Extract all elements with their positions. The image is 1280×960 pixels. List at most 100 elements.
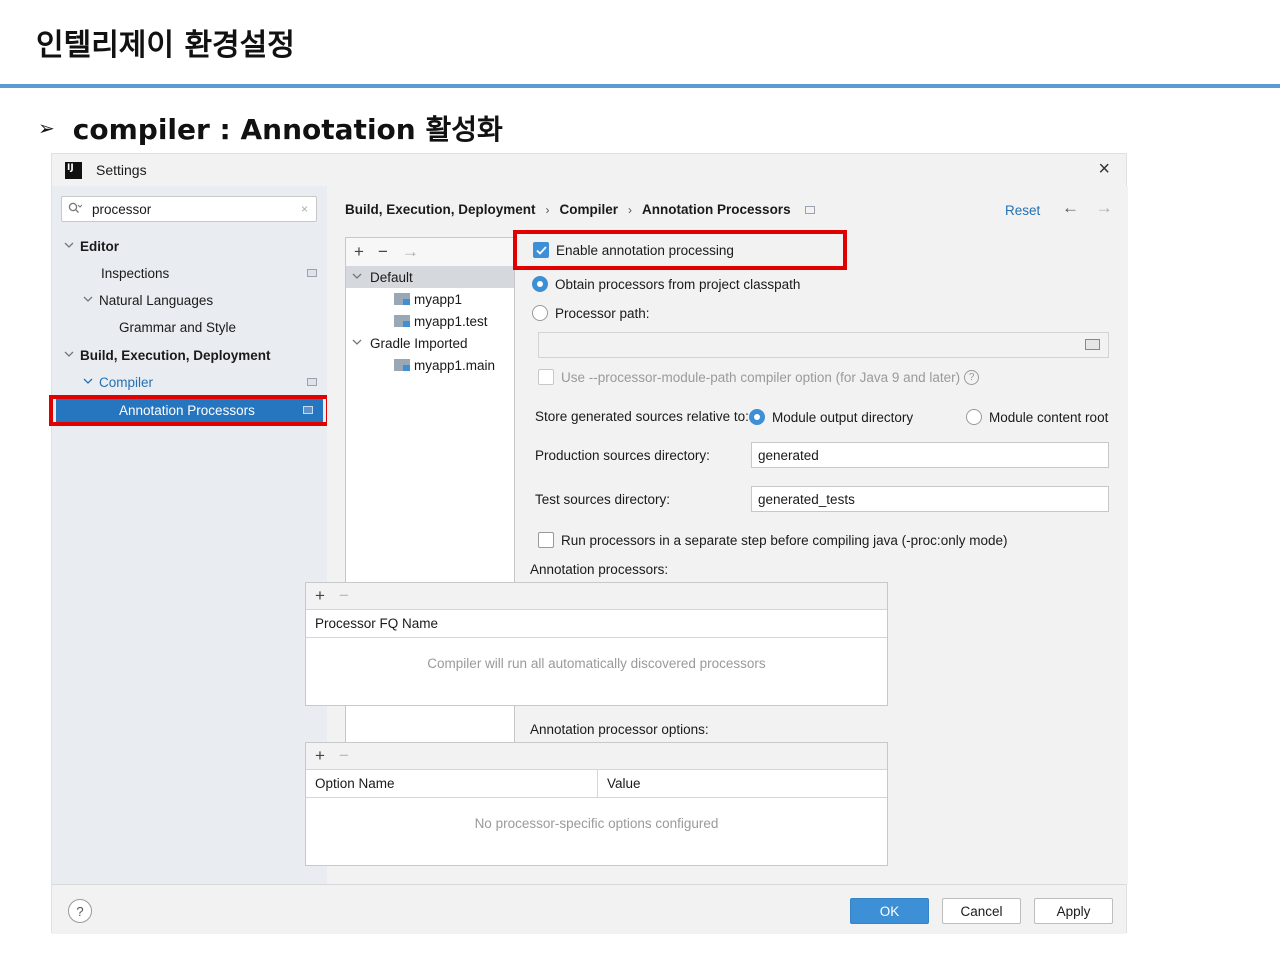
obtain-classpath-label: Obtain processors from project classpath: [555, 276, 801, 292]
help-button[interactable]: ?: [68, 899, 92, 923]
forward-arrow-icon[interactable]: →: [1096, 198, 1113, 217]
store-relative-text: Store generated sources relative to:: [535, 409, 749, 424]
chevron-down-icon[interactable]: [64, 241, 80, 252]
module-label: myapp1.main: [414, 357, 496, 373]
sidebar-item-editor[interactable]: Editor: [64, 233, 327, 259]
add-option-button[interactable]: +: [315, 746, 325, 766]
radio-unselected-icon[interactable]: [532, 305, 548, 321]
reset-link[interactable]: Reset: [1005, 203, 1040, 218]
sidebar-item-label: Compiler: [99, 374, 154, 390]
checkbox-unchecked-icon[interactable]: [538, 532, 554, 548]
sidebar-item-grammar-and-style[interactable]: Grammar and Style: [119, 314, 327, 340]
history-nav: ← →: [1062, 198, 1125, 218]
module-folder-icon: [394, 293, 410, 305]
chevron-down-icon[interactable]: [83, 377, 99, 388]
processors-table-header: Processor FQ Name: [306, 610, 887, 638]
profile-default[interactable]: Default: [346, 266, 514, 288]
profile-label: Default: [370, 269, 413, 285]
module-myapp1[interactable]: myapp1: [394, 288, 462, 310]
apply-button[interactable]: Apply: [1034, 898, 1113, 924]
sidebar-item-label: Grammar and Style: [119, 319, 237, 335]
radio-selected-icon[interactable]: [532, 276, 548, 292]
sidebar-item-inspections[interactable]: Inspections: [52, 260, 327, 286]
profiles-toolbar: + − →: [346, 238, 514, 266]
production-dir-text: Production sources directory:: [535, 448, 710, 463]
module-output-radio[interactable]: Module output directory: [749, 409, 913, 425]
chevron-down-icon[interactable]: [83, 295, 99, 306]
module-path-label: Use --processor-module-path compiler opt…: [561, 369, 961, 385]
intellij-logo-icon: IJ: [65, 161, 82, 179]
profile-gradle-imported[interactable]: Gradle Imported: [352, 332, 468, 354]
remove-processor-button[interactable]: −: [339, 586, 349, 606]
clear-search-icon[interactable]: ×: [301, 202, 308, 216]
sidebar-item-label: Natural Languages: [99, 292, 214, 308]
remove-option-button[interactable]: −: [339, 746, 349, 766]
chevron-down-icon[interactable]: [64, 350, 80, 361]
slide-bullet: ➢ compiler : Annotation 활성화: [38, 108, 503, 148]
radio-selected-icon[interactable]: [749, 409, 765, 425]
sidebar-item-natural-languages[interactable]: Natural Languages: [83, 287, 327, 313]
options-toolbar: + −: [306, 743, 887, 770]
checkbox-unchecked-icon[interactable]: [538, 369, 554, 385]
highlight-annotation-processors: [49, 395, 330, 426]
module-myapp1-test[interactable]: myapp1.test: [394, 310, 488, 332]
obtain-classpath-radio[interactable]: Obtain processors from project classpath: [532, 276, 800, 292]
module-folder-icon: [394, 315, 410, 327]
add-profile-button[interactable]: +: [354, 242, 364, 262]
module-output-label: Module output directory: [772, 409, 914, 425]
module-content-label: Module content root: [989, 409, 1109, 425]
bullet-text: compiler : Annotation 활성화: [72, 113, 503, 146]
close-icon[interactable]: ×: [1098, 158, 1110, 181]
module-myapp1-main[interactable]: myapp1.main: [394, 354, 495, 376]
test-dir-value: generated_tests: [758, 491, 855, 507]
cancel-button[interactable]: Cancel: [942, 898, 1021, 924]
test-dir-text: Test sources directory:: [535, 492, 671, 507]
remove-profile-button[interactable]: −: [378, 242, 388, 262]
module-content-radio[interactable]: Module content root: [966, 409, 1108, 425]
add-processor-button[interactable]: +: [315, 586, 325, 606]
module-folder-icon: [394, 359, 410, 371]
browse-folder-icon[interactable]: [1085, 339, 1100, 350]
breadcrumb-build[interactable]: Build, Execution, Deployment: [345, 202, 536, 217]
module-path-checkbox[interactable]: Use --processor-module-path compiler opt…: [538, 369, 980, 385]
sidebar-item-label: Editor: [80, 238, 119, 254]
run-separate-checkbox[interactable]: Run processors in a separate step before…: [538, 532, 1007, 548]
production-dir-field[interactable]: generated: [751, 442, 1109, 468]
breadcrumb-compiler[interactable]: Compiler: [560, 202, 619, 217]
move-module-button[interactable]: →: [402, 242, 419, 262]
back-arrow-icon[interactable]: ←: [1062, 198, 1079, 217]
processors-empty-text: Compiler will run all automatically disc…: [427, 656, 766, 671]
project-scope-icon: [307, 269, 317, 277]
test-dir-field[interactable]: generated_tests: [751, 486, 1109, 512]
processor-path-radio[interactable]: Processor path:: [532, 305, 650, 321]
column-processor-fq-name[interactable]: Processor FQ Name: [306, 610, 887, 637]
help-icon[interactable]: ?: [964, 369, 980, 385]
ok-button[interactable]: OK: [850, 898, 929, 924]
sidebar-item-build-execution-deployment[interactable]: Build, Execution, Deployment: [64, 342, 327, 368]
dialog-footer: ? OK Cancel Apply: [52, 884, 1126, 934]
processor-path-field[interactable]: [538, 332, 1109, 358]
breadcrumb: Build, Execution, Deployment › Compiler …: [345, 202, 815, 217]
processors-table: + − Processor FQ Name Compiler will run …: [305, 582, 888, 706]
settings-search-field[interactable]: processor ×: [61, 196, 317, 222]
sidebar-item-compiler[interactable]: Compiler: [52, 369, 327, 395]
chevron-down-icon[interactable]: [352, 338, 370, 349]
profile-label: Gradle Imported: [370, 335, 468, 351]
options-empty-text: No processor-specific options configured: [474, 816, 719, 831]
project-scope-icon: [307, 378, 317, 386]
sidebar-item-label: Inspections: [101, 265, 170, 281]
processor-options-heading: Annotation processor options:: [530, 722, 709, 737]
chevron-down-icon[interactable]: [352, 272, 370, 283]
breadcrumb-separator-icon: ›: [628, 202, 633, 217]
column-value[interactable]: Value: [597, 770, 887, 797]
annotation-processors-heading: Annotation processors:: [530, 562, 668, 577]
processor-options-text: Annotation processor options:: [530, 722, 709, 737]
slide-divider: [0, 84, 1280, 88]
module-label: myapp1: [414, 291, 463, 307]
processor-options-table: + − Option Name Value No processor-speci…: [305, 742, 888, 866]
processor-path-label: Processor path:: [555, 305, 650, 321]
column-option-name[interactable]: Option Name: [306, 770, 597, 797]
radio-unselected-icon[interactable]: [966, 409, 982, 425]
search-input[interactable]: processor: [92, 202, 301, 217]
module-label: myapp1.test: [414, 313, 488, 329]
